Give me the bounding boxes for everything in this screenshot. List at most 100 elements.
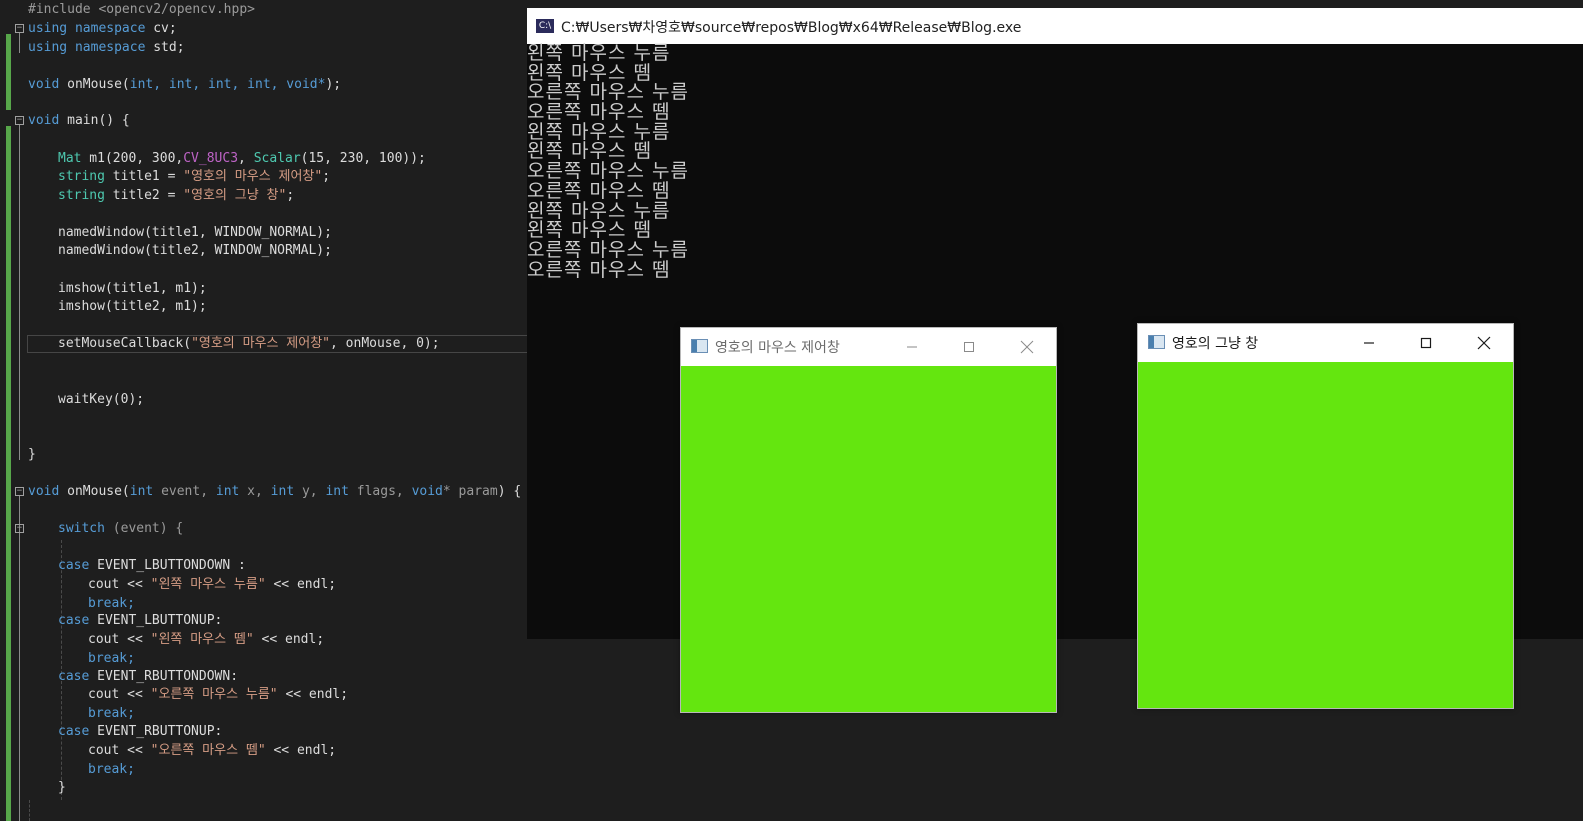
code-string: "영호의 그냥 창" — [183, 188, 287, 203]
code-line[interactable]: void onMouse(int, int, int, int, void*); — [28, 76, 341, 94]
code-type: string — [58, 188, 105, 203]
code-line[interactable]: void main() { — [28, 112, 130, 130]
close-icon — [1020, 340, 1034, 354]
fold-toggle-icon[interactable]: − — [15, 524, 24, 533]
code-line[interactable]: cout << "왼쪽 마우스 뗌" << endl; — [88, 631, 324, 649]
code-text: EVENT_RBUTTONUP: — [89, 724, 223, 739]
code-type: Scalar — [253, 151, 301, 166]
code-line[interactable]: string title1 = "영호의 마우스 제어창"; — [58, 168, 330, 186]
code-keyword: case — [58, 669, 90, 684]
code-keyword: case — [58, 724, 90, 739]
code-text: cout << — [88, 577, 151, 592]
minimize-button[interactable] — [892, 332, 932, 362]
maximize-icon — [1420, 337, 1432, 349]
code-line[interactable]: waitKey(0); — [58, 391, 144, 409]
code-text: } — [28, 447, 36, 462]
code-line[interactable]: Mat m1(200, 300,CV_8UC3, Scalar(15, 230,… — [58, 150, 426, 168]
window-title-bar[interactable]: 영호의 그냥 창 — [1138, 324, 1513, 362]
maximize-button[interactable] — [949, 332, 989, 362]
close-button[interactable] — [1464, 328, 1504, 358]
console-title: C:₩Users₩차영호₩source₩repos₩Blog₩x64₩Relea… — [561, 20, 1022, 36]
code-keyword: void — [411, 484, 443, 499]
code-keyword: void — [28, 113, 60, 128]
code-line[interactable]: imshow(title1, m1); — [58, 280, 207, 298]
code-text: } — [58, 780, 66, 795]
code-line[interactable]: cout << "왼쪽 마우스 누름" << endl; — [88, 576, 336, 594]
code-text: namedWindow(title2, WINDOW_NORMAL); — [58, 243, 332, 258]
maximize-icon — [964, 342, 974, 352]
code-param: y, — [294, 484, 326, 499]
fold-toggle-icon[interactable]: − — [15, 116, 24, 125]
minimize-button[interactable] — [1349, 328, 1389, 358]
console-output-line: 오른쪽 마우스 누름 — [527, 81, 689, 104]
fold-guide — [19, 33, 20, 53]
code-line[interactable]: case EVENT_LBUTTONDOWN : — [58, 557, 246, 575]
console-output-line: 오른쪽 마우스 뗌 — [527, 179, 671, 202]
code-line[interactable]: case EVENT_RBUTTONDOWN: — [58, 668, 238, 686]
code-keyword: int — [270, 484, 295, 499]
code-text: << endl; — [253, 632, 325, 647]
code-line[interactable]: namedWindow(title2, WINDOW_NORMAL); — [58, 242, 332, 260]
code-keyword: break; — [88, 706, 135, 721]
code-text: setMouseCallback( — [58, 336, 192, 351]
code-text: cout << — [88, 687, 151, 702]
code-keyword: case — [58, 558, 90, 573]
opencv-window-plain[interactable]: 영호의 그냥 창 — [1137, 323, 1514, 709]
code-line[interactable]: cout << "오른쪽 마우스 뗌" << endl; — [88, 742, 336, 760]
image-canvas[interactable] — [681, 366, 1056, 712]
code-line[interactable]: } — [28, 446, 36, 464]
code-line[interactable]: case EVENT_LBUTTONUP: — [58, 612, 222, 630]
code-line[interactable]: using namespace std; — [28, 39, 185, 57]
code-keyword: int, int, int, int, void* — [129, 77, 326, 92]
window-title: 영호의 그냥 창 — [1172, 336, 1259, 352]
code-param: * param — [442, 484, 498, 499]
code-param: event, — [153, 484, 216, 499]
code-line[interactable]: case EVENT_RBUTTONUP: — [58, 723, 222, 741]
code-line-current[interactable]: setMouseCallback("영호의 마우스 제어창", onMouse,… — [58, 335, 440, 353]
code-keyword: int — [325, 484, 349, 499]
code-line[interactable]: } — [58, 779, 66, 797]
code-editor[interactable]: − − − − #include <opencv2/opencv.hpp> us… — [0, 0, 528, 821]
code-keyword: using namespace — [28, 40, 146, 55]
code-line[interactable]: namedWindow(title1, WINDOW_NORMAL); — [58, 224, 332, 242]
code-text: EVENT_LBUTTONUP: — [89, 613, 223, 628]
code-type: Mat — [58, 151, 82, 166]
code-text: (event) { — [104, 521, 184, 536]
maximize-button[interactable] — [1406, 328, 1446, 358]
code-line[interactable]: break; — [88, 595, 135, 613]
console-output-line: 왼쪽 마우스 누름 — [527, 42, 671, 64]
fold-guide — [19, 125, 20, 460]
code-keyword: break; — [88, 651, 135, 666]
code-text: cout << — [88, 743, 151, 758]
close-button[interactable] — [1007, 332, 1047, 362]
minimize-icon — [1364, 342, 1374, 344]
code-keyword: break; — [88, 596, 135, 611]
code-line[interactable]: using namespace cv; — [28, 20, 177, 38]
code-text: m1(200, 300, — [81, 151, 184, 166]
fold-toggle-icon[interactable]: − — [15, 24, 24, 33]
code-line[interactable]: cout << "오른쪽 마우스 누름" << endl; — [88, 686, 348, 704]
code-text: cout << — [88, 632, 151, 647]
code-line-include[interactable]: #include <opencv2/opencv.hpp> — [28, 1, 255, 19]
code-text: onMouse( — [59, 77, 130, 92]
code-text: , onMouse, 0); — [330, 336, 440, 351]
fold-toggle-icon[interactable]: − — [15, 487, 24, 496]
code-param: flags, — [348, 484, 412, 499]
code-line[interactable]: switch (event) { — [58, 520, 183, 538]
code-line[interactable]: imshow(title2, m1); — [58, 298, 207, 316]
code-line[interactable]: void onMouse(int event, int x, int y, in… — [28, 483, 521, 501]
code-string: "왼쪽 마우스 누름" — [150, 577, 266, 592]
code-text: << endl; — [265, 743, 337, 758]
code-text: << endl; — [277, 687, 349, 702]
console-title-bar[interactable]: C:\ C:₩Users₩차영호₩source₩repos₩Blog₩x64₩R… — [527, 8, 1583, 44]
image-canvas[interactable] — [1138, 362, 1513, 708]
code-line[interactable]: break; — [88, 650, 135, 668]
window-title-bar[interactable]: 영호의 마우스 제어창 — [681, 328, 1056, 366]
code-text: << endl; — [265, 577, 337, 592]
code-line[interactable]: break; — [88, 761, 135, 779]
code-line[interactable]: string title2 = "영호의 그냥 창"; — [58, 187, 294, 205]
console-output-line: 오른쪽 마우스 누름 — [527, 160, 689, 183]
console-output[interactable]: 왼쪽 마우스 누름 왼쪽 마우스 뗌 오른쪽 마우스 누름 오른쪽 마우스 뗌 … — [527, 42, 1583, 280]
opencv-window-control[interactable]: 영호의 마우스 제어창 — [680, 327, 1057, 713]
code-line[interactable]: break; — [88, 705, 135, 723]
